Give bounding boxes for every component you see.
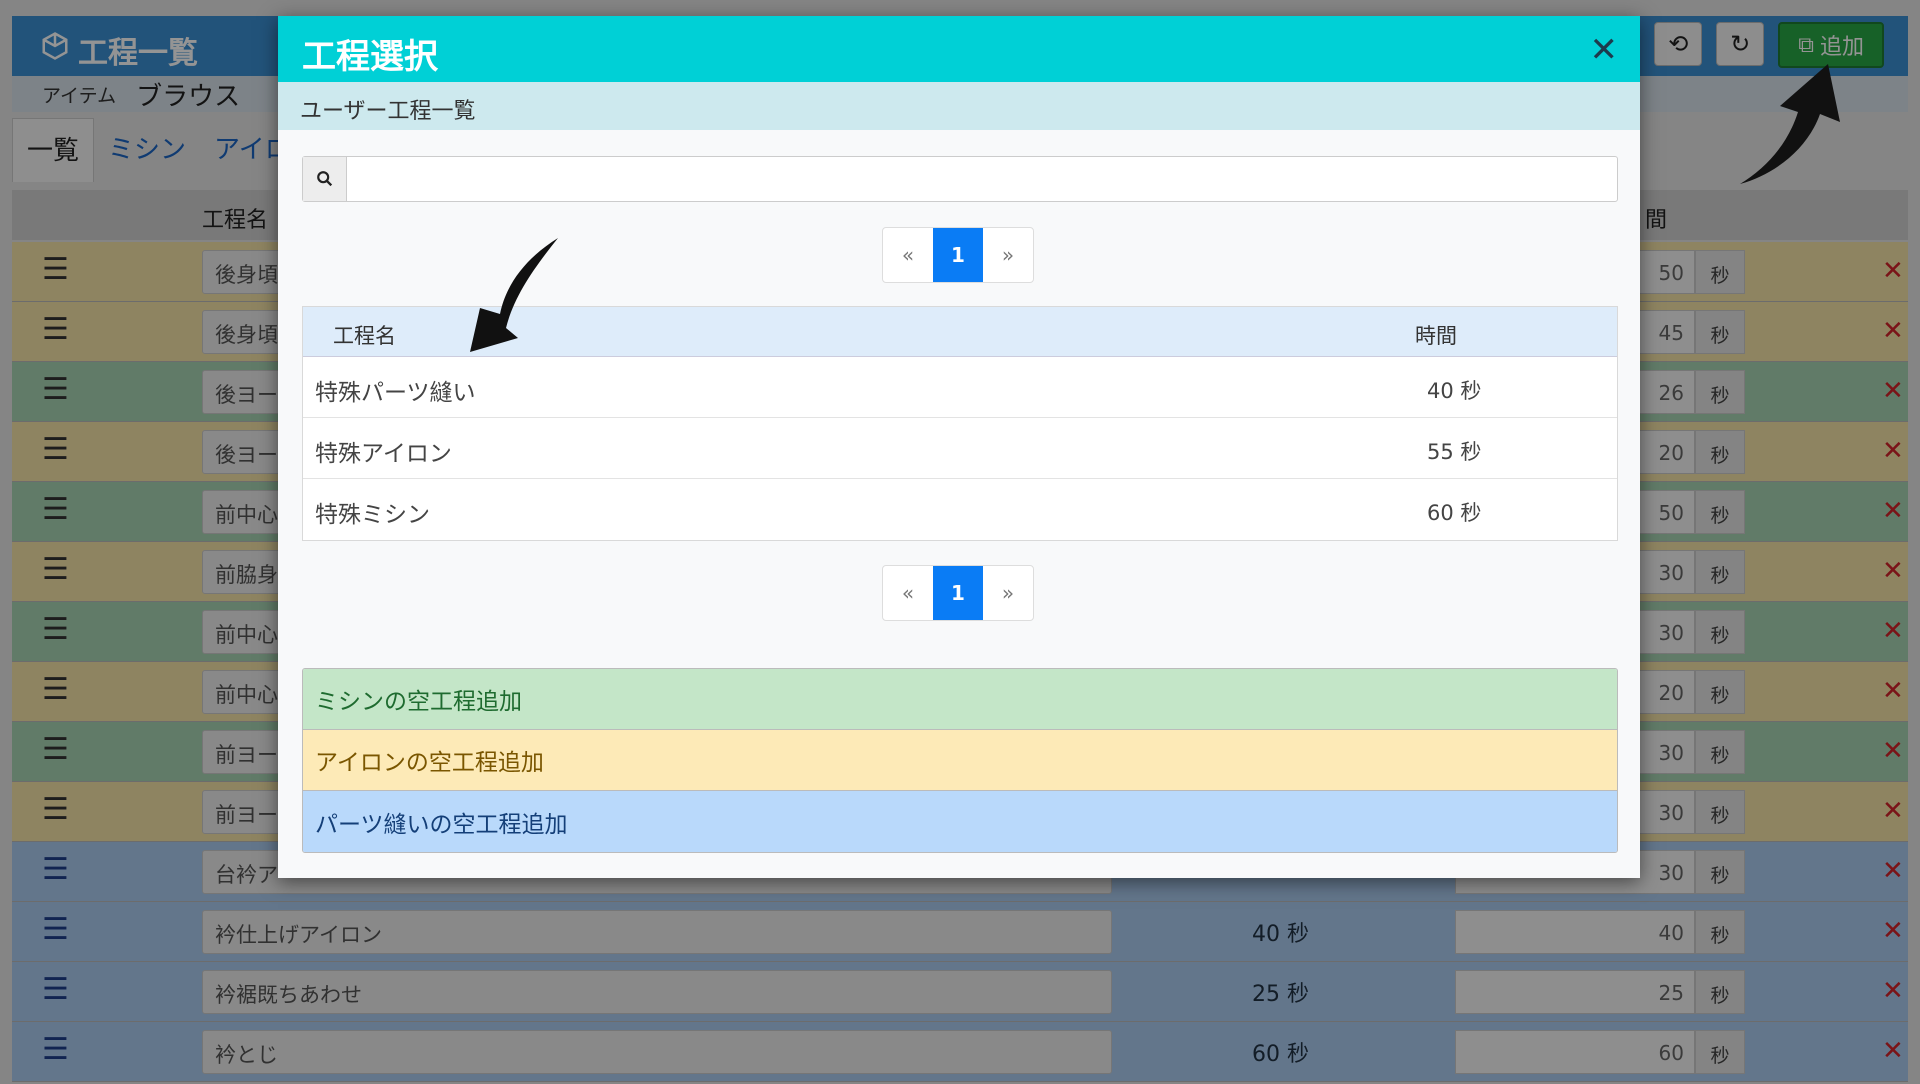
table-row[interactable]: 特殊パーツ縫い 40 秒	[303, 357, 1617, 418]
process-name: 特殊ミシン	[315, 502, 430, 528]
page-prev-button[interactable]: «	[883, 566, 933, 620]
pagination-bottom: « 1 »	[882, 565, 1034, 621]
table-row[interactable]: 特殊ミシン 60 秒	[303, 479, 1617, 540]
process-time: 55 秒	[1427, 440, 1482, 464]
modal-header: 工程選択 ✕	[278, 16, 1640, 82]
add-empty-process-yellow[interactable]: アイロンの空工程追加	[303, 730, 1617, 791]
page-prev-button[interactable]: «	[883, 228, 933, 282]
add-empty-process-blue[interactable]: パーツ縫いの空工程追加	[303, 791, 1617, 852]
pagination-top: « 1 »	[882, 227, 1034, 283]
add-empty-process-list: ミシンの空工程追加 アイロンの空工程追加 パーツ縫いの空工程追加	[302, 668, 1618, 853]
table-body: 特殊パーツ縫い 40 秒特殊アイロン 55 秒特殊ミシン 60 秒	[303, 357, 1617, 540]
col-name-header: 工程名	[333, 324, 396, 348]
close-icon[interactable]: ✕	[1590, 30, 1619, 70]
search-input[interactable]	[349, 157, 1615, 201]
process-name: 特殊アイロン	[315, 441, 452, 467]
annotation-arrow-icon	[1740, 64, 1840, 184]
page-current-button[interactable]: 1	[933, 566, 983, 620]
annotation-arrow-icon	[470, 238, 558, 352]
add-empty-process-green[interactable]: ミシンの空工程追加	[303, 669, 1617, 730]
modal-title: 工程選択	[302, 37, 438, 77]
page-next-button[interactable]: »	[983, 228, 1033, 282]
modal-subtitle-bar: ユーザー工程一覧	[278, 82, 1640, 130]
search-icon	[303, 157, 347, 201]
process-select-modal: 工程選択 ✕ ユーザー工程一覧 « 1 » 工程名 時間 特殊パーツ縫い 40 秒…	[278, 16, 1640, 878]
page-current-button[interactable]: 1	[933, 228, 983, 282]
process-time: 40 秒	[1427, 379, 1482, 403]
col-time-header: 時間	[1415, 324, 1457, 348]
search-box	[302, 156, 1618, 202]
modal-subtitle: ユーザー工程一覧	[300, 99, 476, 124]
process-name: 特殊パーツ縫い	[315, 380, 476, 406]
table-row[interactable]: 特殊アイロン 55 秒	[303, 418, 1617, 479]
page-next-button[interactable]: »	[983, 566, 1033, 620]
process-time: 60 秒	[1427, 501, 1482, 525]
